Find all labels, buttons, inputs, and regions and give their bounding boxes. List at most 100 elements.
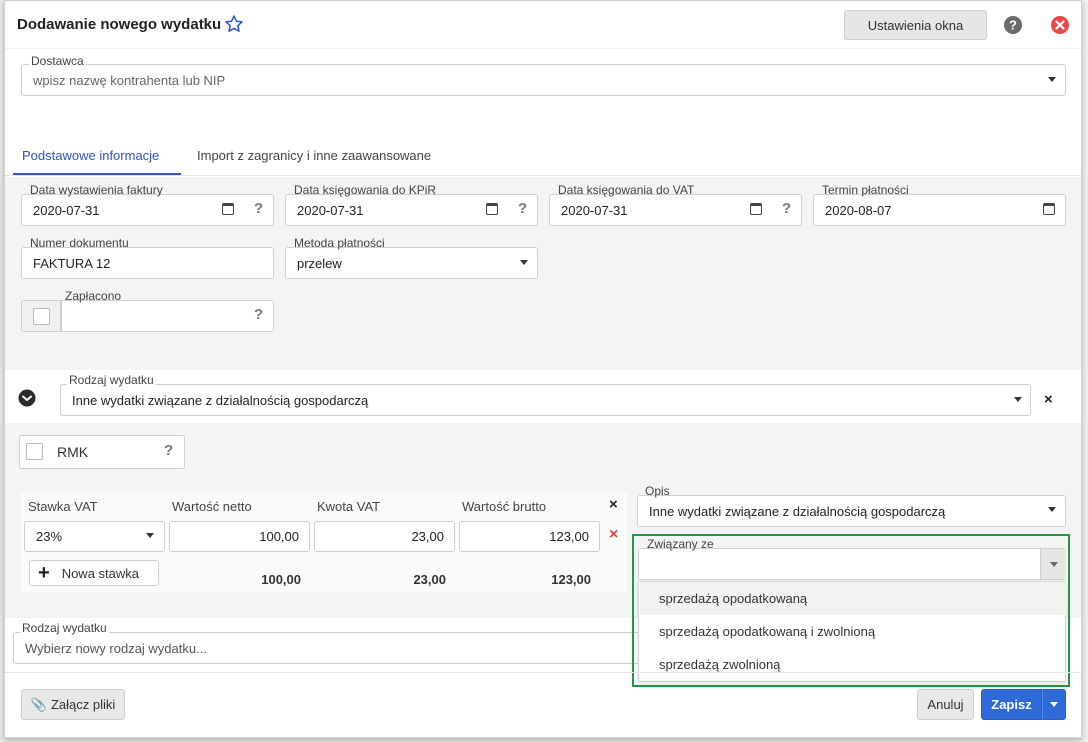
vat-table-header-rate: Stawka VAT bbox=[28, 499, 98, 514]
paid-amount-input[interactable] bbox=[61, 300, 274, 332]
chevron-down-icon[interactable] bbox=[146, 533, 154, 538]
total-gross: 123,00 bbox=[551, 572, 591, 587]
calendar-icon[interactable] bbox=[222, 203, 234, 215]
new-expense-type-select[interactable]: Wybierz nowy rodzaj wydatku... bbox=[13, 632, 693, 664]
star-icon[interactable] bbox=[224, 14, 244, 34]
vat-rate-select[interactable]: 23% bbox=[24, 521, 165, 552]
kpir-date-help-icon[interactable]: ? bbox=[518, 200, 527, 217]
chevron-down-icon bbox=[1050, 562, 1058, 567]
calendar-icon[interactable] bbox=[486, 203, 498, 215]
issue-date-label: Data wystawienia faktury bbox=[30, 183, 163, 197]
calendar-icon[interactable] bbox=[1043, 203, 1055, 215]
due-date-input[interactable]: 2020-08-07 bbox=[813, 194, 1066, 226]
vat-rate-value: 23% bbox=[36, 529, 63, 544]
description-label: Opis bbox=[645, 484, 670, 498]
payment-method-select[interactable]: przelew bbox=[285, 247, 538, 279]
vat-date-value: 2020-07-31 bbox=[561, 202, 628, 218]
kpir-date-label: Data księgowania do KPiR bbox=[294, 183, 437, 197]
paperclip-icon: 📎 bbox=[30, 696, 47, 712]
calendar-icon[interactable] bbox=[750, 203, 762, 215]
description-value: Inne wydatki związane z działalnością go… bbox=[649, 503, 946, 519]
related-option[interactable]: sprzedażą zwolnioną bbox=[640, 648, 1066, 681]
vat-amount-input[interactable]: 23,00 bbox=[314, 521, 455, 552]
supplier-placeholder: wpisz nazwę kontrahenta lub NIP bbox=[33, 72, 226, 88]
paid-checkbox[interactable] bbox=[33, 308, 50, 325]
cancel-button[interactable]: Anuluj bbox=[917, 689, 974, 720]
payment-method-value: przelew bbox=[297, 255, 342, 271]
kpir-date-value: 2020-07-31 bbox=[297, 202, 364, 218]
description-select[interactable]: Inne wydatki związane z działalnością go… bbox=[637, 495, 1066, 527]
plus-icon: + bbox=[38, 562, 50, 584]
new-expense-type-label: Rodzaj wydatku bbox=[20, 621, 109, 635]
save-options-button[interactable] bbox=[1042, 689, 1066, 720]
close-icon[interactable] bbox=[1050, 15, 1070, 35]
supplier-select[interactable]: wpisz nazwę kontrahenta lub NIP bbox=[21, 64, 1066, 96]
net-value: 100,00 bbox=[259, 529, 299, 544]
supplier-dropdown-caret[interactable] bbox=[1048, 77, 1056, 82]
footer-divider bbox=[5, 672, 1081, 673]
document-number-value: FAKTURA 12 bbox=[33, 255, 111, 271]
vat-table-header-gross: Wartość brutto bbox=[462, 499, 547, 514]
rmk-help-icon[interactable]: ? bbox=[164, 442, 173, 459]
tab-active-underline bbox=[13, 173, 181, 175]
document-number-label: Numer dokumentu bbox=[30, 236, 129, 250]
rmk-box bbox=[19, 435, 185, 469]
attach-files-label: Załącz pliki bbox=[50, 697, 116, 712]
issue-date-value: 2020-07-31 bbox=[33, 202, 100, 218]
paid-help-icon[interactable]: ? bbox=[254, 306, 263, 323]
related-option[interactable]: sprzedażą opodatkowaną bbox=[640, 582, 1066, 615]
remove-expense-type-icon[interactable]: × bbox=[1044, 391, 1053, 408]
kpir-date-input[interactable]: 2020-07-31 bbox=[285, 194, 538, 226]
document-number-input[interactable]: FAKTURA 12 bbox=[21, 247, 274, 279]
related-option[interactable]: sprzedażą opodatkowaną i zwolnioną bbox=[640, 615, 1066, 648]
issue-date-help-icon[interactable]: ? bbox=[254, 200, 263, 217]
help-icon[interactable]: ? bbox=[1003, 15, 1023, 35]
expense-type-label: Rodzaj wydatku bbox=[67, 373, 156, 387]
rmk-label: RMK bbox=[57, 444, 89, 460]
vat-date-help-icon[interactable]: ? bbox=[782, 200, 791, 217]
chevron-down-icon[interactable] bbox=[1048, 507, 1056, 512]
issue-date-input[interactable]: 2020-07-31 bbox=[21, 194, 274, 226]
expense-type-value: Inne wydatki związane z działalnością go… bbox=[72, 392, 369, 408]
window-settings-button[interactable]: Ustawienia okna bbox=[844, 10, 987, 40]
gross-value-input[interactable]: 123,00 bbox=[459, 521, 600, 552]
related-dropdown-toggle[interactable] bbox=[1040, 549, 1066, 579]
modal-header: Dodawanie nowego wydatku Ustawienia okna… bbox=[5, 1, 1081, 49]
tab-basic-info[interactable]: Podstawowe informacje bbox=[22, 148, 159, 163]
vat-date-label: Data księgowania do VAT bbox=[558, 183, 695, 197]
gross-value: 123,00 bbox=[549, 529, 589, 544]
total-net: 100,00 bbox=[261, 572, 301, 587]
chevron-down-icon bbox=[1050, 702, 1058, 707]
chevron-down-circle-icon[interactable] bbox=[18, 389, 36, 407]
expense-modal: Dodawanie nowego wydatku Ustawienia okna… bbox=[4, 0, 1082, 738]
vat-amount-value: 23,00 bbox=[411, 529, 444, 544]
background-edge bbox=[1082, 0, 1088, 742]
add-rate-label: Nowa stawka bbox=[61, 565, 139, 581]
attach-files-button[interactable]: 📎 Załącz pliki bbox=[21, 689, 125, 720]
vat-date-input[interactable]: 2020-07-31 bbox=[549, 194, 802, 226]
new-expense-type-placeholder: Wybierz nowy rodzaj wydatku... bbox=[25, 640, 207, 656]
page-title: Dodawanie nowego wydatku bbox=[17, 16, 222, 33]
chevron-down-icon[interactable] bbox=[520, 260, 528, 265]
tab-import-advanced[interactable]: Import z zagranicy i inne zaawansowane bbox=[197, 148, 431, 163]
rmk-checkbox[interactable] bbox=[26, 443, 43, 460]
due-date-value: 2020-08-07 bbox=[825, 202, 892, 218]
total-vat: 23,00 bbox=[413, 572, 446, 587]
vat-table-header-net: Wartość netto bbox=[172, 499, 252, 514]
save-button[interactable]: Zapisz bbox=[981, 689, 1042, 720]
related-select[interactable] bbox=[638, 548, 1066, 580]
due-date-label: Termin płatności bbox=[822, 183, 909, 197]
supplier-label: Dostawca bbox=[29, 54, 86, 68]
svg-text:?: ? bbox=[1009, 18, 1017, 33]
clear-rates-icon[interactable]: × bbox=[609, 496, 618, 513]
add-rate-button[interactable]: + Nowa stawka bbox=[29, 560, 159, 586]
payment-method-label: Metoda płatności bbox=[294, 236, 385, 250]
expense-type-select[interactable]: Inne wydatki związane z działalnością go… bbox=[60, 384, 1031, 416]
remove-rate-icon[interactable]: × bbox=[609, 526, 618, 544]
paid-label: Zapłacono bbox=[65, 289, 122, 303]
chevron-down-icon[interactable] bbox=[1014, 397, 1022, 402]
save-label: Zapisz bbox=[991, 697, 1032, 712]
related-options-list: sprzedażą opodatkowaną sprzedażą opodatk… bbox=[638, 581, 1066, 682]
vat-table-header-vat: Kwota VAT bbox=[317, 499, 381, 514]
net-value-input[interactable]: 100,00 bbox=[169, 521, 310, 552]
